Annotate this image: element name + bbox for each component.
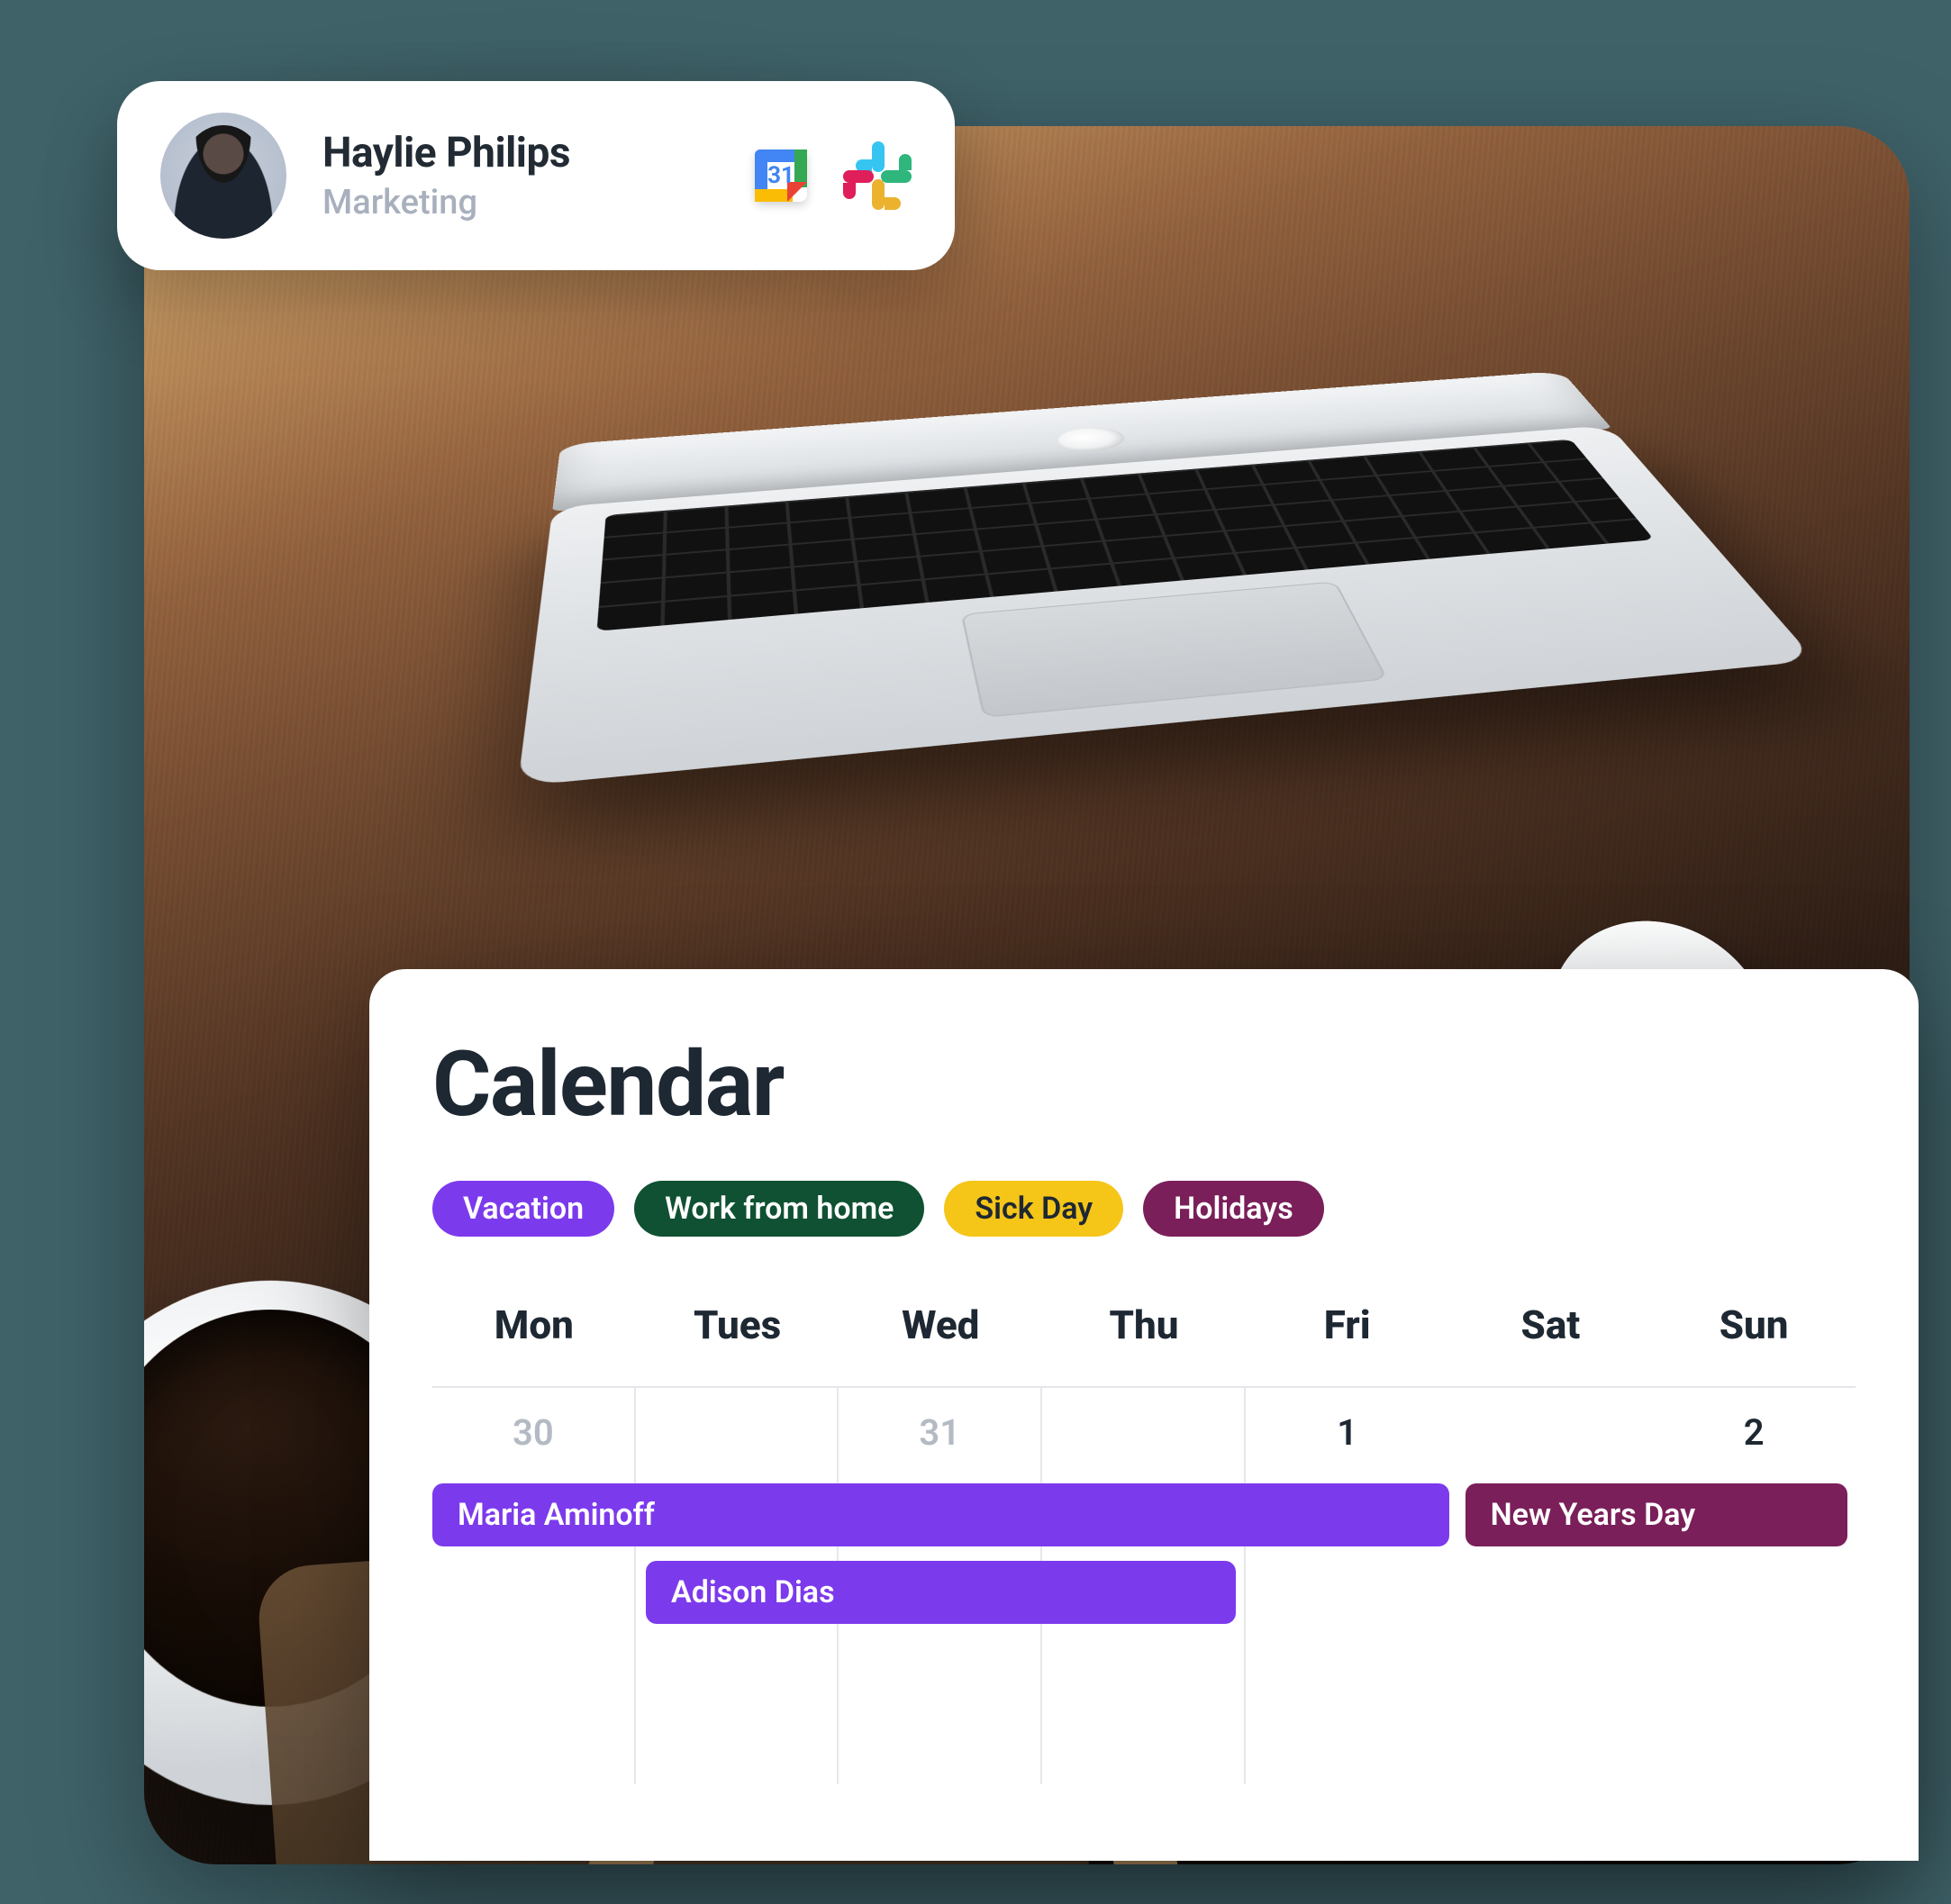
day-cell[interactable]: 1 bbox=[1246, 1388, 1449, 1784]
day-cell[interactable]: 2 bbox=[1652, 1388, 1856, 1784]
weekday-sat: Sat bbox=[1449, 1301, 1653, 1348]
event-adison-dias[interactable]: Adison Dias bbox=[646, 1561, 1236, 1624]
calendar-title: Calendar bbox=[432, 1032, 1856, 1138]
legend-pill-sick-day[interactable]: Sick Day bbox=[944, 1181, 1123, 1237]
day-cell[interactable] bbox=[1449, 1388, 1653, 1784]
weekday-tues: Tues bbox=[636, 1301, 839, 1348]
weekday-thu: Thu bbox=[1042, 1301, 1246, 1348]
profile-role: Marketing bbox=[322, 183, 713, 222]
profile-name: Haylie Philips bbox=[322, 129, 713, 177]
legend-pill-work-from-home[interactable]: Work from home bbox=[634, 1181, 924, 1237]
legend-pill-holidays[interactable]: Holidays bbox=[1143, 1181, 1324, 1237]
event-maria-aminoff[interactable]: Maria Aminoff bbox=[432, 1483, 1449, 1546]
day-number: 2 bbox=[1652, 1388, 1856, 1454]
weekday-sun: Sun bbox=[1652, 1301, 1856, 1348]
day-cell[interactable]: 30 bbox=[432, 1388, 636, 1784]
calendar-panel: Calendar Vacation Work from home Sick Day H… bbox=[369, 969, 1919, 1861]
avatar bbox=[160, 113, 286, 239]
day-number bbox=[636, 1388, 838, 1411]
weekday-wed: Wed bbox=[839, 1301, 1042, 1348]
slack-icon[interactable] bbox=[843, 141, 912, 210]
day-number: 1 bbox=[1246, 1388, 1449, 1454]
event-new-years-day[interactable]: New Years Day bbox=[1466, 1483, 1847, 1546]
google-calendar-icon[interactable]: 31 bbox=[749, 144, 812, 207]
legend-pill-vacation[interactable]: Vacation bbox=[432, 1181, 614, 1237]
weekday-fri: Fri bbox=[1246, 1301, 1449, 1348]
day-number bbox=[1042, 1388, 1244, 1411]
calendar-legend: Vacation Work from home Sick Day Holidays bbox=[432, 1181, 1856, 1237]
weekday-mon: Mon bbox=[432, 1301, 636, 1348]
weekday-row: MonTuesWedThuFriSatSun bbox=[432, 1301, 1856, 1348]
profile-card[interactable]: Haylie Philips Marketing 31 bbox=[117, 81, 955, 270]
day-number: 31 bbox=[839, 1388, 1040, 1454]
day-number bbox=[1449, 1388, 1653, 1411]
day-number: 30 bbox=[432, 1388, 634, 1454]
